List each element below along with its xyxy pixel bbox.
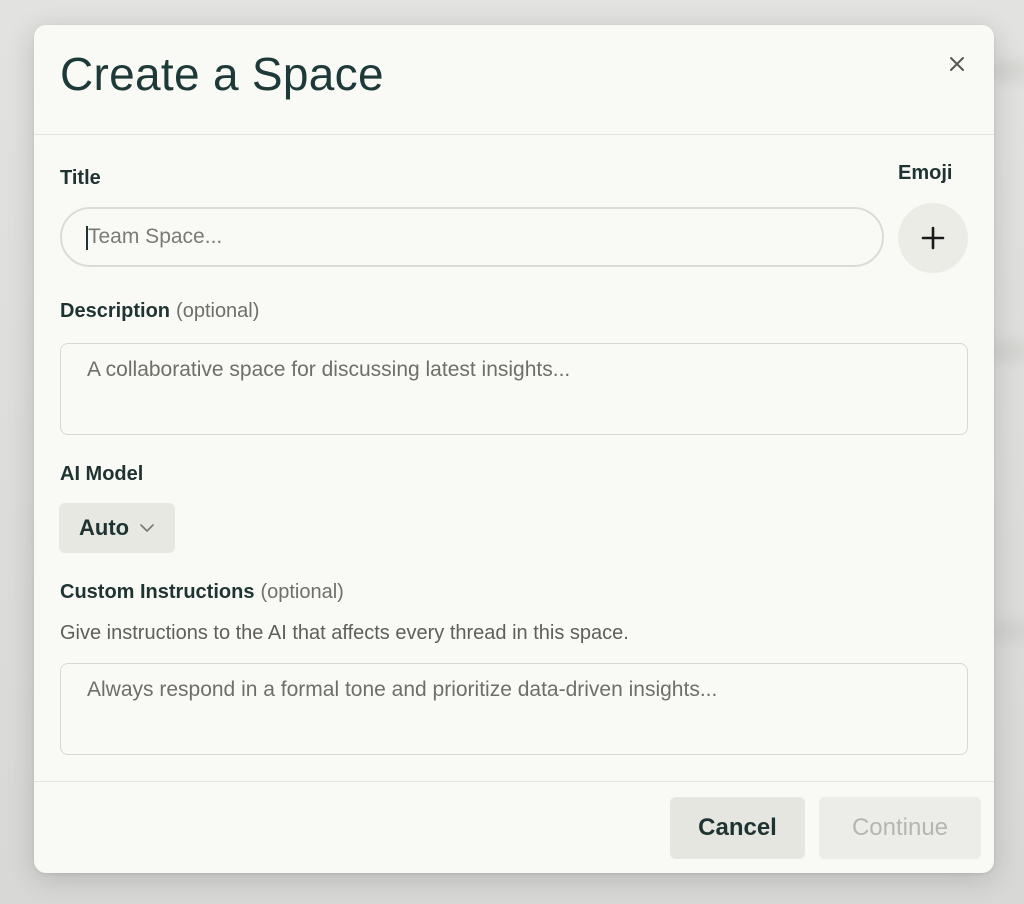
optional-hint: (optional) xyxy=(260,581,344,603)
background-blur xyxy=(990,60,1024,82)
text-cursor xyxy=(86,226,88,250)
description-textarea[interactable] xyxy=(60,343,968,435)
emoji-label: Emoji xyxy=(898,162,953,184)
custom-instructions-help: Give instructions to the AI that affects… xyxy=(60,622,629,644)
create-space-dialog: Create a Space Title Emoji Description(o… xyxy=(34,25,994,873)
chevron-down-icon xyxy=(140,524,154,532)
cancel-button[interactable]: Cancel xyxy=(670,797,805,859)
close-button[interactable] xyxy=(942,49,972,79)
ai-model-value: Auto xyxy=(79,515,130,540)
description-label: Description (optional) xyxy=(60,300,259,323)
add-emoji-button[interactable] xyxy=(898,203,968,273)
plus-icon xyxy=(921,226,945,250)
dialog-header: Create a Space xyxy=(34,25,994,135)
custom-instructions-textarea[interactable] xyxy=(60,663,968,755)
dialog-title: Create a Space xyxy=(60,48,384,100)
ai-model-label: AI Model xyxy=(60,463,144,485)
dialog-footer: Cancel Continue xyxy=(34,781,994,874)
background-blur xyxy=(990,620,1024,642)
title-input[interactable] xyxy=(60,207,884,267)
ai-model-dropdown[interactable]: Auto xyxy=(59,503,175,553)
close-icon xyxy=(950,57,964,71)
description-label-text: Description xyxy=(60,300,171,322)
optional-hint: (optional) xyxy=(176,300,260,322)
background-blur xyxy=(990,340,1024,362)
continue-button[interactable]: Continue xyxy=(819,797,981,859)
custom-instructions-label-text: Custom Instructions xyxy=(60,581,255,603)
custom-instructions-label: Custom Instructions (optional) xyxy=(60,581,344,604)
title-label: Title xyxy=(60,167,101,189)
